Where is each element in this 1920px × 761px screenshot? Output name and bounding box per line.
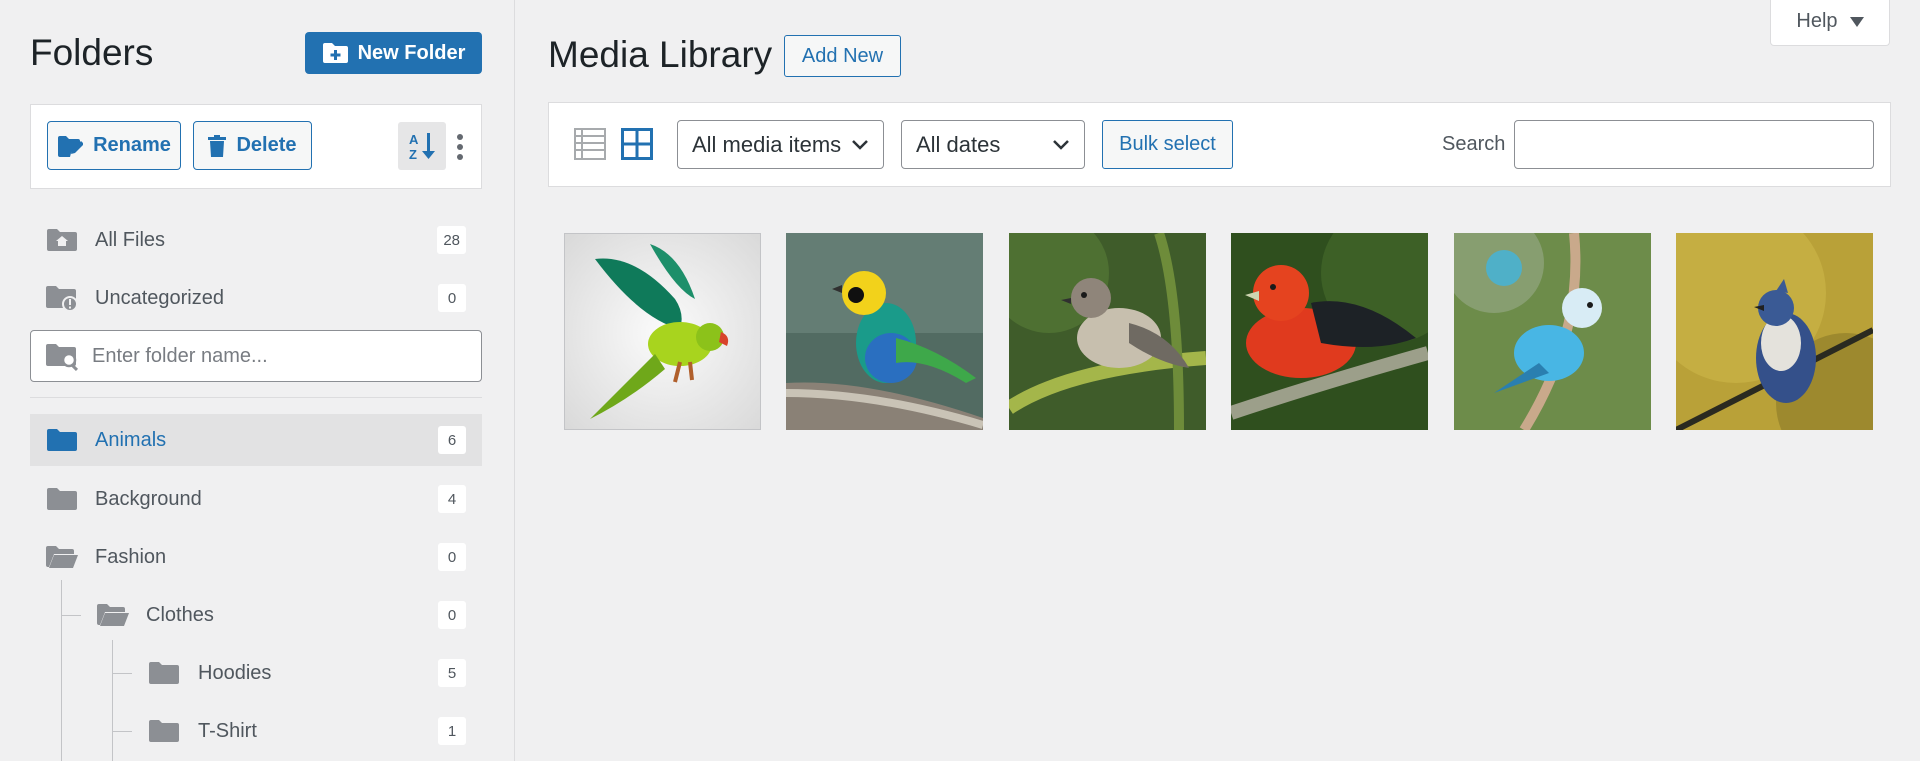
sidebar-item-animals[interactable]: Animals 6: [30, 414, 482, 466]
count-badge: 4: [438, 485, 466, 513]
count-badge: 6: [438, 426, 466, 454]
count-badge: 0: [438, 284, 466, 312]
count-badge: 0: [438, 543, 466, 571]
warbler-image: [1009, 233, 1206, 430]
delete-label: Delete: [236, 134, 297, 156]
sidebar-item-fashion[interactable]: Fashion 0: [30, 531, 482, 583]
folder-icon: [46, 426, 78, 454]
date-filter-select[interactable]: All dates: [901, 120, 1085, 169]
date-filter-value: All dates: [916, 131, 1001, 157]
media-item-warbler[interactable]: [1009, 233, 1206, 430]
add-new-button[interactable]: Add New: [784, 35, 901, 77]
sidebar-item-label: Fashion: [95, 545, 167, 568]
page-title: Media Library: [548, 34, 773, 75]
media-type-select[interactable]: All media items: [677, 120, 884, 169]
media-search-input[interactable]: [1514, 120, 1874, 169]
media-item-blue-jay[interactable]: [1676, 233, 1873, 430]
folder-actions-toolbar: Rename Delete A Z: [30, 104, 482, 189]
help-tab[interactable]: Help: [1770, 0, 1890, 46]
delete-button[interactable]: Delete: [193, 121, 312, 170]
sidebar-item-label: Uncategorized: [95, 286, 224, 309]
bulk-select-button[interactable]: Bulk select: [1102, 120, 1233, 169]
media-item-green-parrot[interactable]: [564, 233, 761, 430]
trash-icon: [208, 134, 227, 157]
green-parrot-image: [565, 234, 760, 429]
rename-label: Rename: [93, 134, 171, 156]
blue-budgie-image: [1454, 233, 1651, 430]
sidebar-item-background[interactable]: Background 4: [30, 473, 482, 525]
count-badge: 1: [438, 717, 466, 745]
folder-icon: [46, 485, 78, 513]
count-badge: 0: [438, 601, 466, 629]
folder-search-box: [30, 330, 482, 382]
sidebar-item-label: All Files: [95, 228, 166, 251]
media-type-value: All media items: [692, 131, 842, 157]
sidebar-item-uncategorized[interactable]: Uncategorized 0: [30, 272, 482, 324]
svg-text:Z: Z: [409, 147, 417, 162]
sidebar-item-all-files[interactable]: All Files 28: [30, 214, 482, 266]
grid-view-icon[interactable]: [621, 127, 653, 161]
sidebar-item-label: Hoodies: [198, 661, 272, 684]
media-item-scarlet-tanager[interactable]: [1231, 233, 1428, 430]
count-badge: 28: [437, 226, 466, 254]
count-badge: 5: [438, 659, 466, 687]
more-options-icon[interactable]: [450, 129, 470, 165]
folder-search-icon: [46, 344, 79, 371]
search-label: Search: [1442, 133, 1506, 155]
sidebar-item-clothes[interactable]: Clothes 0: [30, 589, 482, 641]
chevron-down-icon: [1053, 140, 1069, 150]
sidebar-item-label: Clothes: [146, 603, 214, 626]
folders-title: Folders: [30, 32, 154, 73]
divider: [30, 397, 482, 398]
chevron-down-icon: [852, 140, 868, 150]
home-folder-icon: [46, 226, 78, 254]
media-item-blue-budgie[interactable]: [1454, 233, 1651, 430]
sidebar-item-label: T-Shirt: [198, 719, 257, 742]
media-toolbar: All media items All dates Bulk select Se…: [548, 102, 1891, 187]
folder-icon: [148, 717, 180, 745]
blue-jay-image: [1676, 233, 1873, 430]
sort-button[interactable]: A Z: [398, 122, 446, 170]
sidebar-item-label: Background: [95, 487, 202, 510]
sidebar-item-t-shirt[interactable]: T-Shirt 1: [30, 705, 482, 757]
rename-button[interactable]: Rename: [47, 121, 181, 170]
folders-sidebar: Folders New Folder Rename Delete A Z All…: [0, 0, 515, 761]
rename-folder-icon: [58, 135, 84, 157]
svg-text:A: A: [409, 132, 419, 147]
list-view-icon[interactable]: [574, 127, 606, 161]
folder-name-input[interactable]: [92, 337, 472, 375]
uncategorized-folder-icon: [46, 284, 78, 312]
sidebar-item-hoodies[interactable]: Hoodies 5: [30, 647, 482, 699]
new-folder-label: New Folder: [357, 41, 466, 64]
folder-plus-icon: [322, 43, 348, 63]
folder-open-icon: [97, 601, 129, 629]
sort-az-icon: A Z: [409, 132, 435, 162]
folder-open-icon: [46, 543, 78, 571]
caret-down-icon: [1849, 16, 1864, 27]
folder-icon: [148, 659, 180, 687]
sidebar-item-label: Animals: [95, 428, 167, 451]
new-folder-button[interactable]: New Folder: [305, 32, 482, 74]
help-label: Help: [1796, 10, 1838, 32]
multicolored-tanager-image: [786, 233, 983, 430]
media-item-tanager[interactable]: [786, 233, 983, 430]
scarlet-tanager-image: [1231, 233, 1428, 430]
